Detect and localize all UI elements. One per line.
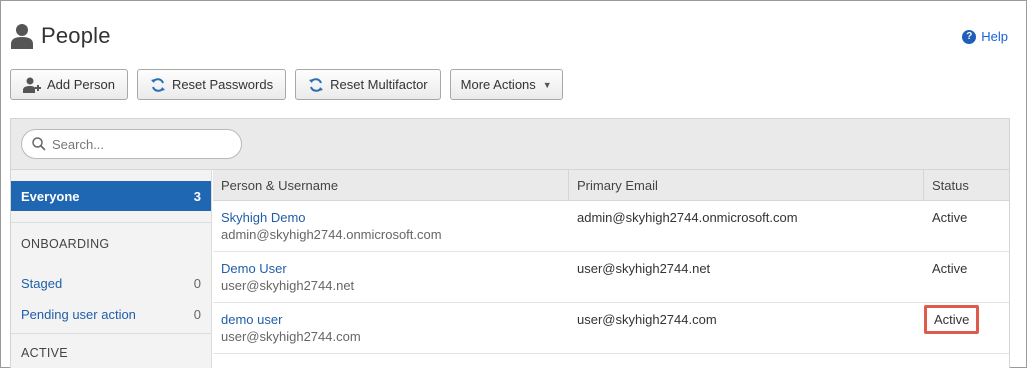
person-icon [11, 24, 33, 49]
person-name-link[interactable]: Demo User [221, 261, 287, 276]
column-header-person[interactable]: Person & Username [213, 170, 569, 201]
primary-email: user@skyhigh2744.com [577, 312, 717, 327]
caret-down-icon: ▼ [542, 79, 552, 90]
table-header: Person & Username Primary Email Status [213, 170, 1009, 201]
people-table: Person & Username Primary Email Status S… [213, 170, 1009, 368]
sidebar: Everyone 3 ONBOARDING Staged 0 Pending u… [11, 170, 212, 368]
sidebar-divider [11, 222, 211, 223]
column-header-email[interactable]: Primary Email [569, 170, 924, 201]
more-actions-dropdown[interactable]: More Actions ▼ [449, 69, 563, 100]
sidebar-item-count: 3 [193, 188, 201, 204]
sidebar-item-label: Everyone [21, 188, 80, 204]
person-username: admin@skyhigh2744.onmicrosoft.com [221, 227, 442, 242]
toolbar: Add Person Reset Passwords Reset Multifa… [10, 69, 563, 100]
sidebar-item-staged[interactable]: Staged 0 [21, 276, 201, 291]
sidebar-divider [11, 333, 211, 334]
reset-multifactor-label: Reset Multifactor [330, 77, 428, 92]
person-username: user@skyhigh2744.net [221, 278, 355, 293]
sidebar-item-count: 0 [193, 307, 201, 322]
table-row: Skyhigh Demo admin@skyhigh2744.onmicroso… [213, 201, 1009, 252]
reset-multifactor-button[interactable]: Reset Multifactor [295, 69, 441, 100]
table-row: Demo User user@skyhigh2744.net user@skyh… [213, 252, 1009, 303]
sidebar-item-count: 0 [193, 276, 201, 291]
people-panel: Everyone 3 ONBOARDING Staged 0 Pending u… [10, 118, 1010, 368]
help-label: Help [981, 29, 1008, 44]
page-title: People [41, 23, 111, 48]
search-icon [32, 137, 46, 151]
sidebar-heading-active: ACTIVE [21, 346, 68, 360]
help-icon: ? [962, 29, 977, 44]
more-actions-label: More Actions [460, 77, 536, 92]
add-person-icon [23, 77, 41, 93]
help-link[interactable]: ? Help [962, 29, 1008, 44]
search-bar [11, 119, 1009, 170]
reset-passwords-label: Reset Passwords [171, 77, 274, 92]
table-row: demo user user@skyhigh2744.com user@skyh… [213, 303, 1009, 354]
status-text: Active [932, 261, 968, 276]
search-box[interactable] [21, 129, 242, 159]
sidebar-item-label: Pending user action [21, 307, 136, 322]
primary-email: admin@skyhigh2744.onmicrosoft.com [577, 210, 798, 225]
person-name-link[interactable]: Skyhigh Demo [221, 210, 306, 225]
add-person-button[interactable]: Add Person [10, 69, 128, 100]
status-text: Active [932, 210, 968, 225]
sidebar-item-everyone[interactable]: Everyone 3 [11, 181, 211, 211]
add-person-label: Add Person [47, 77, 115, 92]
person-name-link[interactable]: demo user [221, 312, 282, 327]
refresh-icon [150, 77, 166, 93]
sidebar-heading-onboarding: ONBOARDING [21, 237, 110, 251]
reset-passwords-button[interactable]: Reset Passwords [136, 69, 287, 100]
column-header-status[interactable]: Status [924, 170, 1010, 201]
person-username: user@skyhigh2744.com [221, 329, 361, 344]
refresh-icon [308, 77, 324, 93]
page-header: People [11, 19, 111, 53]
sidebar-item-pending-user-action[interactable]: Pending user action 0 [21, 307, 201, 322]
status-text-highlighted: Active [924, 305, 980, 334]
search-input[interactable] [52, 136, 222, 152]
sidebar-item-label: Staged [21, 276, 63, 291]
primary-email: user@skyhigh2744.net [577, 261, 711, 276]
